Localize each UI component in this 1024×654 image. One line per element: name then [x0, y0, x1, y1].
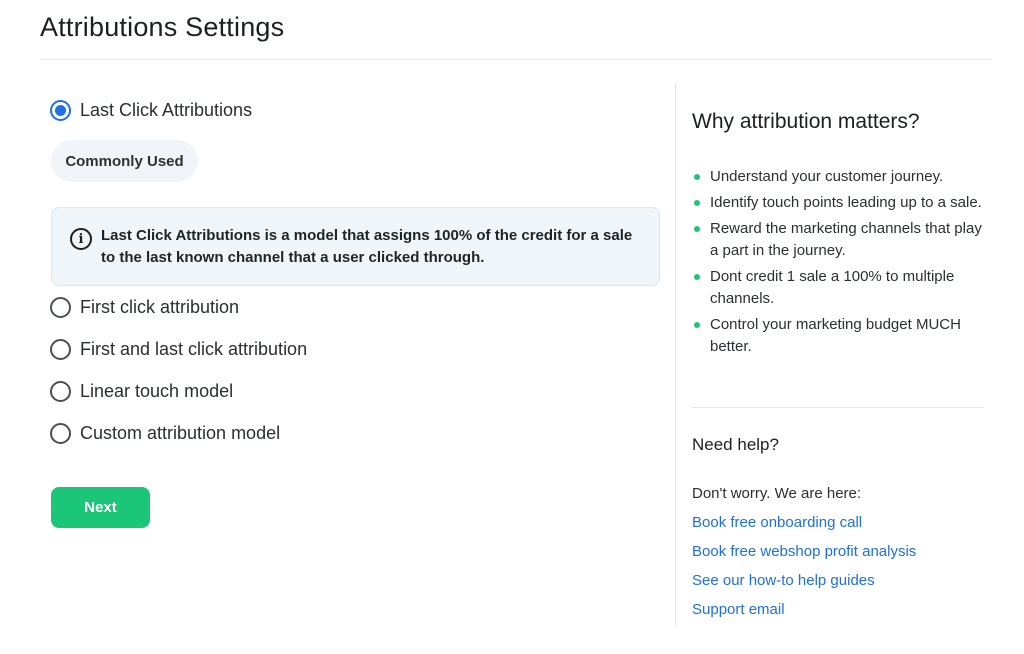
list-item: Dont credit 1 sale a 100% to multiple ch… [692, 266, 992, 310]
commonly-used-badge: Commonly Used [51, 140, 198, 182]
info-text: Last Click Attributions is a model that … [101, 227, 633, 266]
help-heading: Need help? [692, 435, 779, 454]
option-linear-touch[interactable]: Linear touch model [50, 381, 233, 402]
column-divider [675, 82, 676, 626]
bullet-dot-icon [694, 274, 700, 280]
option-last-click[interactable]: Last Click Attributions [50, 91, 253, 131]
help-guides-link[interactable]: See our how-to help guides [692, 572, 875, 589]
bullet-text: Understand your customer journey. [710, 168, 944, 185]
list-item: Understand your customer journey. [692, 166, 992, 188]
option-label-linear-touch: Linear touch model [80, 381, 234, 401]
bullet-text: Identify touch points leading up to a sa… [710, 194, 982, 211]
bullet-dot-icon [694, 200, 700, 206]
next-button[interactable]: Next [51, 487, 150, 528]
help-subtext: Don't worry. We are here: [692, 485, 862, 502]
bullet-text: Reward the marketing channels that play … [710, 220, 982, 259]
title-divider [40, 59, 992, 60]
list-item: Control your marketing budget MUCH bette… [692, 314, 992, 358]
radio-first-and-last-click[interactable] [50, 339, 71, 360]
bullet-text: Control your marketing budget MUCH bette… [710, 316, 961, 355]
list-item: Identify touch points leading up to a sa… [692, 192, 992, 214]
option-custom-model[interactable]: Custom attribution model [50, 423, 280, 444]
list-item: Reward the marketing channels that play … [692, 218, 992, 262]
page-title: Attributions Settings [40, 12, 285, 42]
radio-last-click[interactable] [50, 100, 71, 121]
sidebar-divider [692, 407, 983, 408]
option-label-custom-model: Custom attribution model [80, 423, 281, 443]
benefits-list: Understand your customer journey. Identi… [692, 166, 992, 362]
option-label-first-click: First click attribution [80, 297, 240, 317]
option-first-click[interactable]: First click attribution [50, 297, 239, 318]
bullet-text: Dont credit 1 sale a 100% to multiple ch… [710, 268, 955, 307]
onboarding-call-link[interactable]: Book free onboarding call [692, 514, 862, 531]
support-email-link[interactable]: Support email [692, 601, 785, 618]
option-label-last-click: Last Click Attributions [80, 100, 253, 120]
bullet-dot-icon [694, 226, 700, 232]
option-first-and-last-click[interactable]: First and last click attribution [50, 339, 307, 360]
sidebar-heading: Why attribution matters? [692, 110, 920, 133]
info-panel: i Last Click Attributions is a model tha… [51, 207, 660, 286]
bullet-dot-icon [694, 174, 700, 180]
profit-analysis-link[interactable]: Book free webshop profit analysis [692, 543, 916, 560]
radio-first-click[interactable] [50, 297, 71, 318]
info-circle-icon: i [70, 228, 92, 250]
bullet-dot-icon [694, 322, 700, 328]
radio-custom-model[interactable] [50, 423, 71, 444]
radio-linear-touch[interactable] [50, 381, 71, 402]
option-label-first-and-last-click: First and last click attribution [80, 339, 308, 359]
